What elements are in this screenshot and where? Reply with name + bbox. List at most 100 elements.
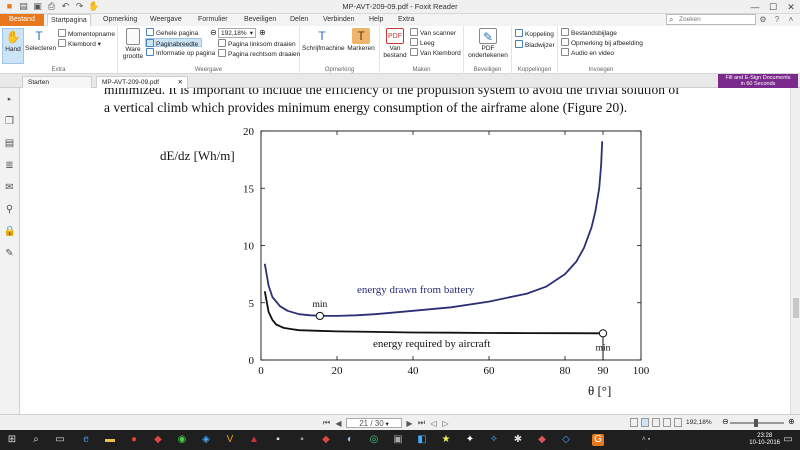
vertical-scrollbar[interactable] [790,88,800,414]
pages-icon[interactable]: ▤ [4,138,16,150]
app-icon-15[interactable]: ✧ [488,434,500,446]
fullscreen-icon[interactable] [674,418,682,427]
expand-panel-icon[interactable]: ▸ [4,94,16,106]
close-button[interactable]: ✕ [782,0,800,14]
maximize-button[interactable]: ☐ [764,0,782,14]
continuous-facing-view-icon[interactable] [663,418,671,427]
image-annotation-button[interactable]: Opmerking bij afbeelding [561,38,643,47]
fit-width-button[interactable]: Paginabreedte [145,38,203,48]
notifications-icon[interactable]: ▭ [782,434,794,446]
taskbar-search-icon[interactable]: ⌕ [30,434,42,446]
from-scanner-button[interactable]: Van scanner [410,28,456,37]
app-icon-3[interactable]: ◈ [200,434,212,446]
clock[interactable]: 23:28 10-10-2016 [749,433,780,447]
status-zoom-in-icon[interactable]: ⊕ [788,417,795,426]
zoom-slider-knob[interactable] [754,419,758,427]
tab-extra[interactable]: Extra [395,14,417,26]
tab-help[interactable]: Help [366,14,386,26]
search-field[interactable]: ⌕ Zoeken [666,14,756,25]
app-icon-14[interactable]: ✦ [464,434,476,446]
back-icon[interactable]: ◁ [429,419,438,428]
single-page-view-icon[interactable] [630,418,638,427]
app-icon-4[interactable]: V [224,434,236,446]
foxit-reader-icon[interactable]: G [592,434,604,446]
edge-icon[interactable]: e [80,434,92,446]
rotate-left-button[interactable]: Pagina linksom draaien [218,39,296,48]
zoom-in-icon[interactable]: ⊕ [259,28,266,37]
bookmark-button[interactable]: Bladwijzer [515,40,555,49]
fit-page-button[interactable]: Gehele pagina [146,28,198,37]
app-icon-8[interactable]: ◆ [320,434,332,446]
forward-icon[interactable]: ▷ [441,419,450,428]
tab-bestand[interactable]: Bestand [0,14,44,26]
rotate-right-button[interactable]: Pagina rechtsom draaien [218,49,300,58]
bookmarks-icon[interactable]: ❐ [4,116,16,128]
app-icon-16[interactable]: ✱ [512,434,524,446]
help-icon[interactable]: ? [772,14,782,26]
signatures-icon[interactable]: ✎ [4,248,16,260]
app-icon-17[interactable]: ◆ [536,434,548,446]
app-icon-9[interactable]: ◐ [344,434,356,446]
app-icon-2[interactable]: ◆ [152,434,164,446]
tab-beveiligen[interactable]: Beveiligen [241,14,279,26]
app-icon-10[interactable]: ◎ [368,434,380,446]
highlight-button[interactable]: T Markeren [346,28,376,52]
hand-button[interactable]: ✋ Hand [2,28,24,64]
tab-verbinden[interactable]: Verbinden [320,14,358,26]
comments-icon[interactable]: ✉ [4,182,16,194]
fit-visible-button[interactable]: Informatie op pagina [146,48,215,57]
tab-formulier[interactable]: Formulier [195,14,231,26]
tab-opmerking[interactable]: Opmerking [100,14,140,26]
zoom-select[interactable]: 192,18% ▾ [218,28,256,38]
app-icon-11[interactable]: ▣ [392,434,404,446]
app-icon-7[interactable]: ▪ [296,434,308,446]
link-button[interactable]: Koppeling [515,29,554,38]
last-page-icon[interactable]: ⏭ [417,418,426,428]
select-button[interactable]: T Selecteren [25,28,56,52]
continuous-view-icon[interactable] [641,418,649,427]
app-icon-6[interactable]: ▪ [272,434,284,446]
security-icon[interactable]: 🔒 [4,226,16,238]
chrome-icon[interactable]: ◉ [176,434,188,446]
zoom-out-icon[interactable]: ⊖ [210,28,217,37]
start-icon[interactable]: ⊞ [6,434,18,446]
from-file-button[interactable]: PDF Van bestand [382,28,408,59]
document-page[interactable]: minimized. It is important to include th… [20,88,790,414]
audio-video-button[interactable]: Audio en video [561,48,614,57]
pdf-sign-button[interactable]: ✎ PDF ondertekenen [466,28,510,59]
status-zoom-out-icon[interactable]: ⊖ [722,417,729,426]
scrollbar-thumb[interactable] [793,298,799,318]
explorer-icon[interactable]: ▬ [104,434,116,446]
app-icon-5[interactable]: ▲ [248,434,260,446]
collapse-ribbon-icon[interactable]: ˄ [786,14,796,26]
file-attachment-button[interactable]: Bestandsbijlage [561,28,617,37]
clipboard-button[interactable]: Klembord ▾ [58,39,101,48]
blank-button[interactable]: Leeg [410,38,434,47]
prev-page-icon[interactable]: ◀ [334,419,343,428]
promo-banner[interactable]: Fill and E-Sign Documents in 60 Seconds [718,74,798,88]
first-page-icon[interactable]: ⏮ [322,418,331,428]
app-icon-12[interactable]: ◧ [416,434,428,446]
app-icon-18[interactable]: ◇ [560,434,572,446]
app-icon-1[interactable]: ● [128,434,140,446]
typewriter-button[interactable]: T Schrijfmachine [302,28,345,52]
from-clipboard-button[interactable]: Van Klembord [410,48,461,57]
layers-icon[interactable]: ≣ [4,160,16,172]
tab-starten[interactable]: Starten [22,76,92,88]
actual-size-button[interactable]: Ware grootte [120,28,146,60]
tab-startpagina[interactable]: Startpagina [47,14,91,26]
facing-view-icon[interactable] [652,418,660,427]
app-icon-13[interactable]: ★ [440,434,452,446]
tray-icons[interactable]: ˄ ▪ ▪ [640,434,652,450]
task-view-icon[interactable]: ▭ [54,434,66,446]
next-page-icon[interactable]: ▶ [405,419,414,428]
zoom-slider[interactable] [730,419,784,427]
minimize-button[interactable]: — [746,0,764,14]
settings-icon[interactable]: ⚙ [758,14,768,26]
tab-weergave[interactable]: Weergave [147,14,185,26]
close-tab-icon[interactable]: ✕ [178,77,183,88]
page-number-field[interactable]: 21 / 30 ▾ [346,418,402,428]
tab-document[interactable]: MP-AVT-209-09.pdf ✕ [96,76,188,88]
attachments-icon[interactable]: ⚲ [4,204,16,216]
tab-delen[interactable]: Delen [287,14,311,26]
